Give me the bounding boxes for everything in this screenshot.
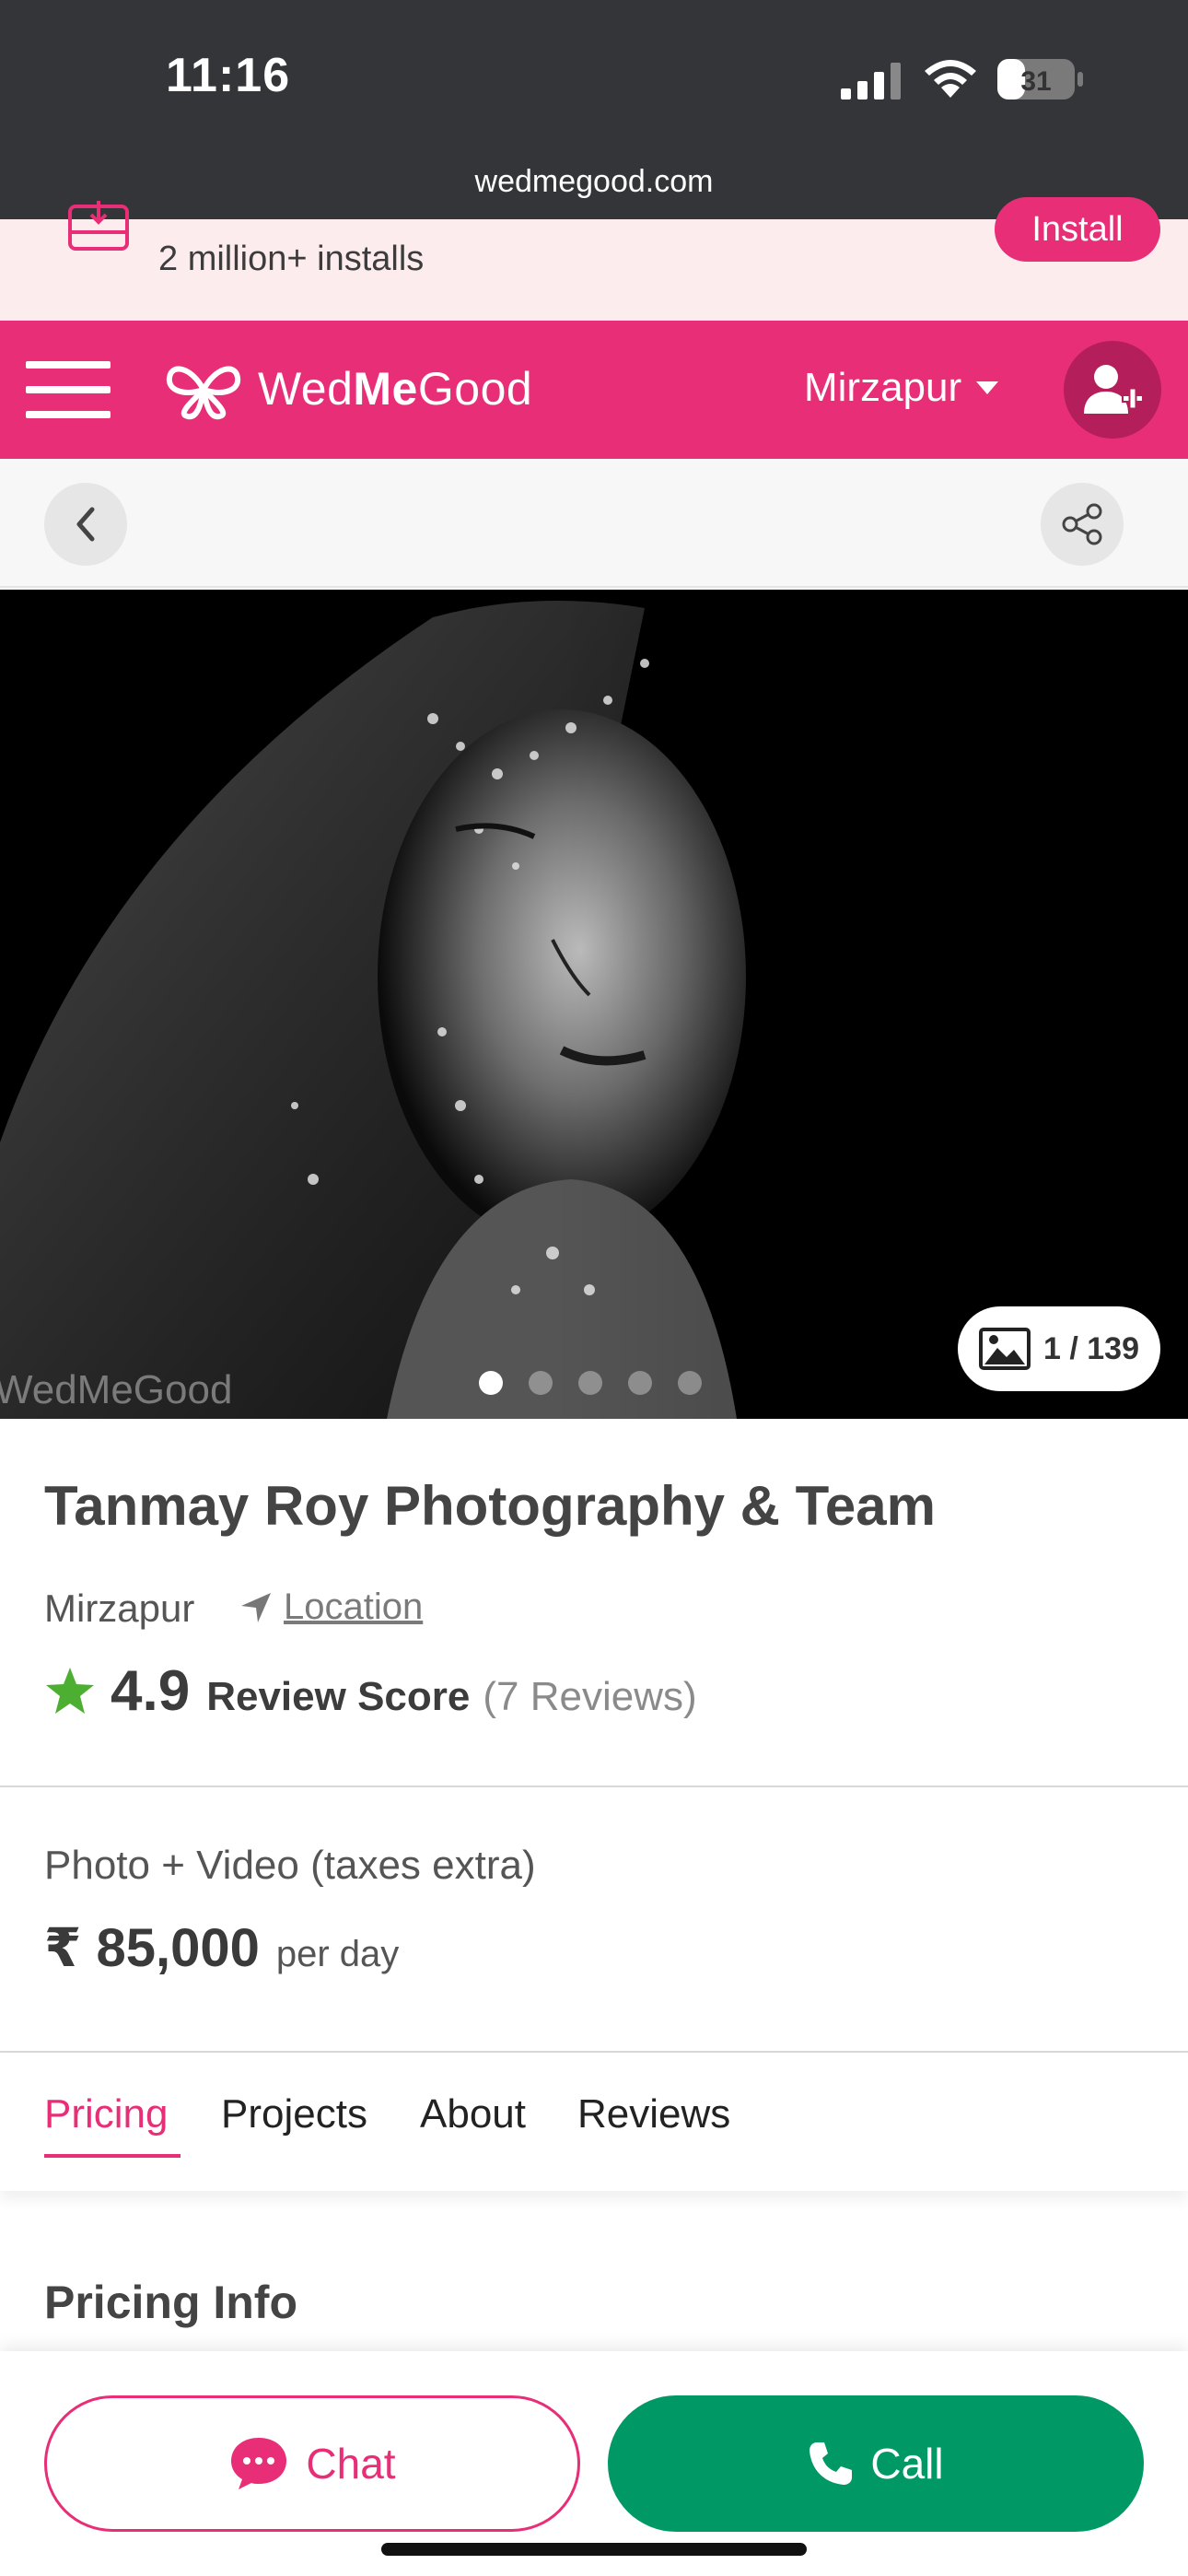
back-button[interactable]	[44, 483, 127, 566]
share-button[interactable]	[1041, 483, 1124, 566]
price-value: ₹ 85,000	[44, 1918, 260, 1978]
photo-counter-text: 1 / 139	[1043, 1330, 1139, 1366]
phone-icon	[809, 2442, 853, 2485]
rating-value: 4.9	[111, 1659, 191, 1723]
install-button[interactable]: Install	[995, 197, 1160, 262]
tab-pricing[interactable]: Pricing	[44, 2091, 169, 2137]
review-count[interactable]: (7 Reviews)	[483, 1674, 696, 1720]
page-nav-bar	[0, 459, 1188, 588]
gallery-pagination	[479, 1371, 702, 1395]
photo-counter-button[interactable]: 1 / 139	[958, 1306, 1160, 1391]
vendor-name: Tanmay Roy Photography & Team	[44, 1475, 936, 1537]
chevron-left-icon	[76, 507, 95, 542]
location-link[interactable]: Location	[238, 1587, 423, 1628]
rating-label: Review Score	[206, 1674, 471, 1719]
chat-button-label: Chat	[306, 2440, 396, 2488]
browser-url[interactable]: wedmegood.com	[0, 164, 1188, 200]
call-button[interactable]: Call	[608, 2395, 1144, 2532]
image-gallery-icon	[979, 1328, 1031, 1370]
photo-watermark: WedMeGood	[0, 1367, 233, 1412]
cellular-signal-icon	[841, 63, 901, 100]
section-divider	[0, 1786, 1188, 1787]
gallery-dot[interactable]	[479, 1371, 503, 1395]
wedmegood-logo-icon[interactable]	[164, 357, 243, 422]
home-indicator[interactable]	[381, 2543, 807, 2556]
share-icon	[1062, 503, 1102, 545]
vendor-city: Mirzapur	[44, 1587, 195, 1630]
vendor-photo[interactable]	[0, 590, 1188, 1419]
bride-portrait-image	[0, 590, 1188, 1419]
rating-row[interactable]: 4.9 Review Score (7 Reviews)	[44, 1658, 697, 1724]
star-icon	[46, 1667, 94, 1714]
city-selector[interactable]: Mirzapur	[804, 365, 999, 411]
user-plus-icon	[1084, 365, 1143, 414]
package-label: Photo + Video (taxes extra)	[44, 1843, 536, 1888]
status-time: 11:16	[166, 49, 291, 102]
price-unit: per day	[275, 1934, 400, 1974]
location-link-text[interactable]: Location	[284, 1587, 423, 1628]
add-user-button[interactable]	[1064, 341, 1161, 439]
caret-down-icon	[976, 381, 999, 394]
chat-button[interactable]: Chat	[44, 2395, 580, 2532]
gallery-dot[interactable]	[678, 1371, 702, 1395]
city-selector-label: Mirzapur	[804, 365, 962, 410]
hamburger-menu-icon[interactable]	[26, 361, 111, 418]
tab-projects[interactable]: Projects	[221, 2091, 367, 2137]
battery-level: 31	[1020, 66, 1051, 97]
active-tab-indicator	[44, 2154, 181, 2158]
chat-bubble-icon	[231, 2438, 287, 2489]
gallery-dot[interactable]	[628, 1371, 652, 1395]
tab-reviews[interactable]: Reviews	[577, 2091, 730, 2137]
download-app-icon	[68, 201, 129, 251]
pricing-info-heading: Pricing Info	[44, 2277, 297, 2328]
battery-icon: 31	[997, 59, 1083, 100]
gallery-dot[interactable]	[529, 1371, 553, 1395]
wedmegood-logo-text[interactable]: WedMeGood	[258, 362, 532, 416]
call-button-label: Call	[870, 2440, 944, 2488]
tab-about[interactable]: About	[420, 2091, 526, 2137]
price-row: ₹ 85,000 per day	[44, 1916, 399, 1979]
gallery-dot[interactable]	[578, 1371, 602, 1395]
install-banner-text: 2 million+ installs	[158, 240, 425, 278]
navigation-arrow-icon	[241, 1592, 271, 1622]
wifi-icon	[925, 60, 976, 98]
